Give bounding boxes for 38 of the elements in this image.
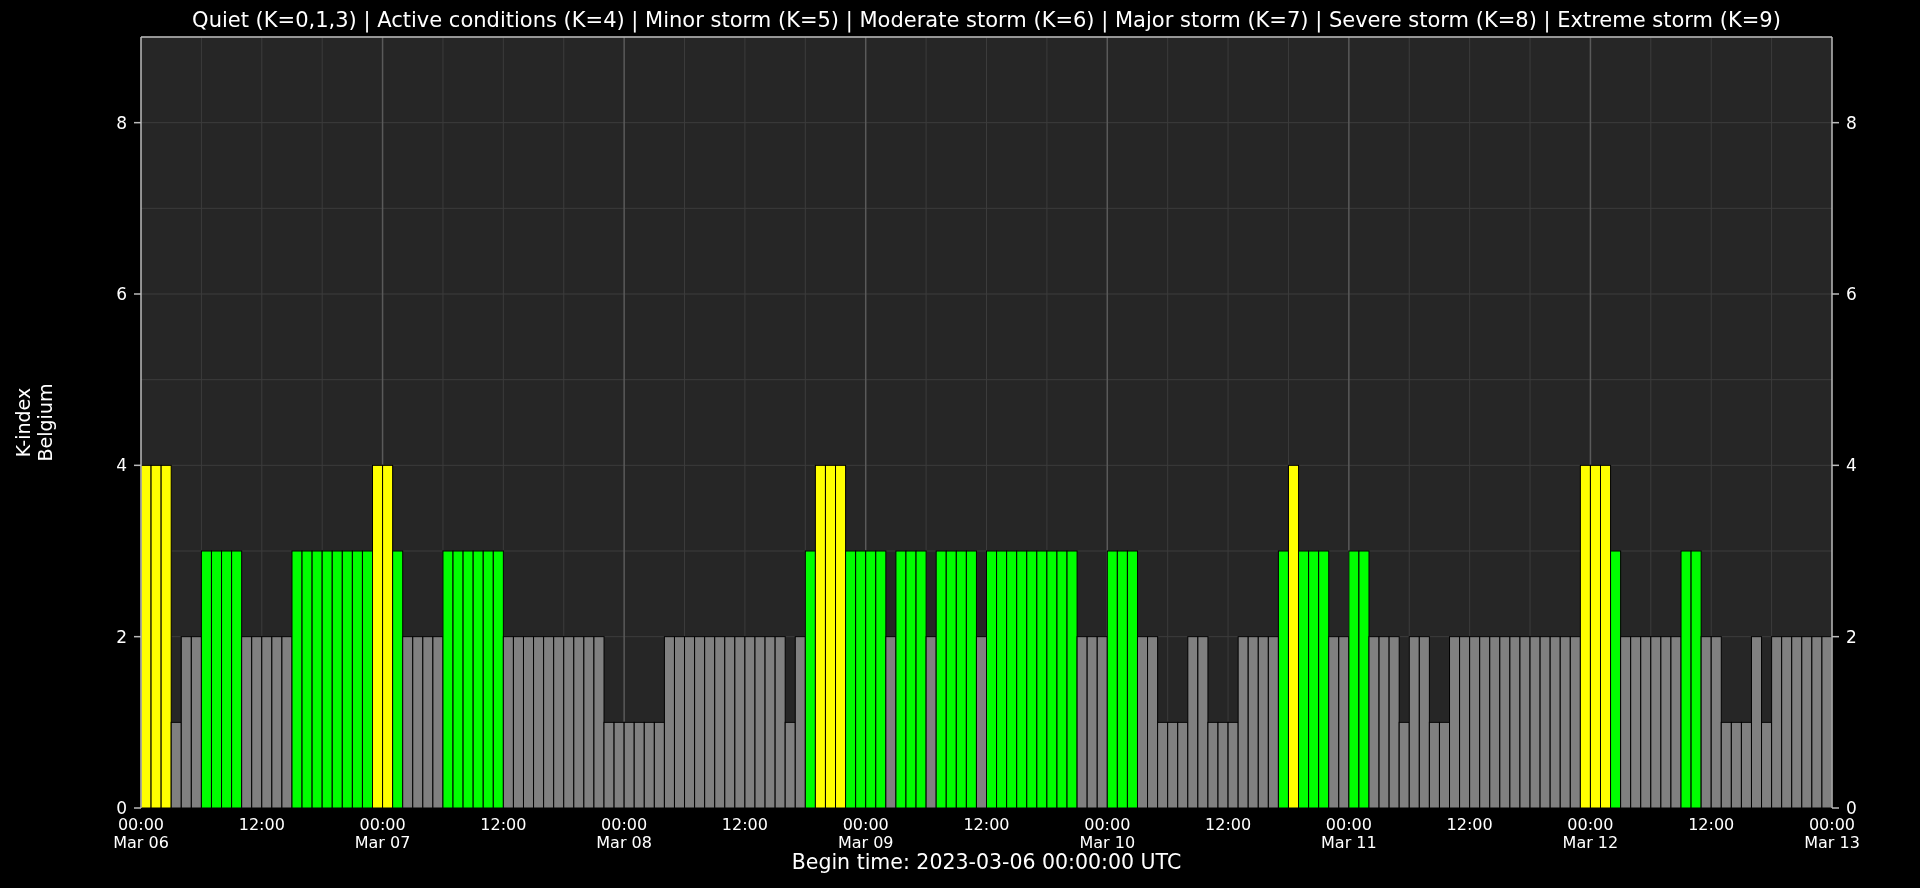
x-tick-label: 12:00 bbox=[238, 815, 285, 834]
x-tick-label: 00:00 Mar 08 bbox=[596, 815, 652, 852]
x-tick-label: 00:00 Mar 09 bbox=[837, 815, 894, 852]
y-tick-label: 6 bbox=[1846, 284, 1857, 304]
x-tick-label: 12:00 bbox=[1205, 815, 1252, 834]
x-tick-label: 12:00 bbox=[1446, 815, 1493, 834]
y-tick-label: 8 bbox=[116, 112, 127, 133]
x-tick-label: 12:00 bbox=[963, 815, 1010, 834]
tick-mark bbox=[133, 121, 142, 124]
y-tick-label: 4 bbox=[1846, 455, 1857, 476]
x-tick-label: 00:00 Mar 10 bbox=[1079, 815, 1136, 852]
x-tick-label: 00:00 Mar 12 bbox=[1562, 815, 1619, 852]
x-tick-label: 12:00 bbox=[1688, 815, 1735, 834]
y-tick-label: 6 bbox=[116, 284, 127, 304]
x-axis-label: Begin time: 2023-03-06 00:00:00 UTC bbox=[791, 850, 1182, 874]
x-tick-label: 00:00 Mar 11 bbox=[1321, 815, 1377, 852]
x-tick-label: 12:00 bbox=[721, 815, 768, 834]
tick-mark bbox=[1831, 121, 1840, 124]
y-tick-label: 4 bbox=[116, 455, 127, 476]
y-tick-label: 2 bbox=[116, 626, 127, 647]
x-tick-label: 12:00 bbox=[480, 815, 527, 834]
tick-mark bbox=[133, 807, 142, 809]
y-tick-label: 2 bbox=[1846, 626, 1857, 647]
tick-mark bbox=[133, 635, 142, 638]
tick-mark bbox=[133, 293, 142, 295]
y-tick-label: 8 bbox=[1846, 112, 1857, 133]
tick-mark bbox=[1831, 807, 1840, 809]
y-axis-label: K-index Belgium bbox=[12, 383, 56, 462]
tick-mark bbox=[1831, 464, 1840, 467]
x-tick-label: 00:00 Mar 13 bbox=[1804, 815, 1860, 852]
x-tick-label: 00:00 Mar 07 bbox=[354, 815, 411, 852]
y-tick-label: 0 bbox=[116, 798, 127, 818]
tick-mark bbox=[133, 464, 142, 467]
x-tick-label: 00:00 Mar 06 bbox=[113, 815, 169, 852]
chart-title: Quiet (K=0,1,3) | Active conditions (K=4) | Minor storm (K=5) | Moderate storm (K=6) | Major storm (K=7) | Severe storm (K=8) | Extreme storm (K=9) bbox=[192, 8, 1781, 32]
tick-mark bbox=[1831, 293, 1840, 295]
y-tick-label: 0 bbox=[1846, 798, 1857, 818]
tick-mark bbox=[1831, 635, 1840, 638]
